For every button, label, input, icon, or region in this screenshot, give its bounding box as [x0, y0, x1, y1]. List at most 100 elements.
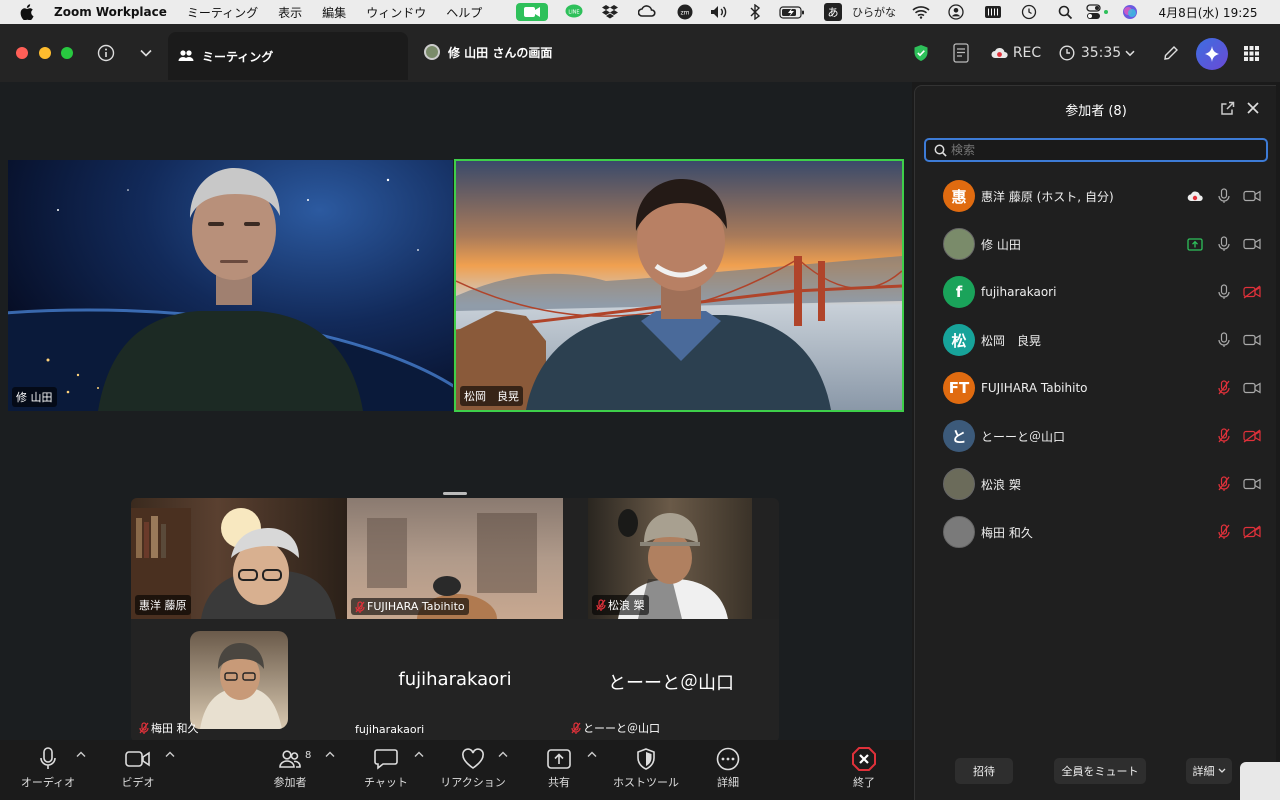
tab-meeting[interactable]: ミーティング — [168, 32, 408, 80]
chevron-down-icon[interactable] — [138, 45, 154, 61]
muted-microphone-icon[interactable] — [1216, 379, 1232, 397]
meeting-timer[interactable]: 35:35 — [1080, 44, 1122, 62]
video-camera-icon[interactable] — [1242, 476, 1262, 492]
time-machine-icon[interactable] — [1020, 3, 1038, 21]
wifi-icon[interactable] — [911, 3, 931, 21]
muted-microphone-icon[interactable] — [1216, 475, 1232, 493]
gallery-tile-matsunami[interactable]: 松浪 槊 — [588, 498, 752, 619]
more-button[interactable]: 詳細 — [710, 744, 746, 796]
participant-search-box[interactable] — [924, 138, 1268, 162]
gallery-tile-fujiharakaori[interactable]: fujiharakaori fujiharakaori — [347, 619, 563, 742]
menu-help[interactable]: ヘルプ — [446, 4, 482, 21]
volume-icon[interactable] — [709, 3, 731, 21]
participant-row[interactable]: f fujiharakaori — [915, 268, 1277, 316]
close-panel-icon[interactable] — [1244, 99, 1262, 117]
audio-button[interactable]: オーディオ — [16, 744, 80, 796]
video-camera-icon[interactable] — [1242, 236, 1262, 252]
participant-avatar: 松 — [943, 324, 975, 356]
apple-icon[interactable] — [20, 4, 34, 21]
video-camera-icon[interactable] — [1242, 380, 1262, 396]
video-camera-icon[interactable] — [1242, 188, 1262, 204]
participant-row[interactable]: 松松岡 良晃 — [915, 316, 1277, 364]
bluetooth-icon[interactable] — [748, 3, 762, 21]
video-off-icon[interactable] — [1242, 284, 1262, 300]
rec-label[interactable]: REC — [1012, 44, 1042, 62]
more-label: 詳細 — [717, 776, 739, 789]
video-tile-yamada[interactable]: 修 山田 — [8, 160, 453, 411]
video-button[interactable]: ビデオ — [110, 744, 166, 796]
gallery-tile-fujihara-tabihito[interactable]: FUJIHARA Tabihito — [347, 498, 563, 619]
control-center-icon[interactable] — [1085, 3, 1111, 21]
user-account-icon[interactable] — [947, 3, 965, 21]
share-options-chevron-up-icon[interactable] — [587, 750, 597, 761]
ai-companion-sparkle-icon[interactable] — [1196, 38, 1228, 70]
view-grid-icon[interactable] — [1243, 45, 1259, 61]
security-shield-icon[interactable] — [912, 44, 930, 62]
invite-button[interactable]: 招待 — [955, 758, 1013, 784]
app-name-menu[interactable]: Zoom Workplace — [54, 5, 167, 19]
ime-indicator[interactable]: あ — [824, 3, 842, 21]
memory-icon[interactable] — [983, 3, 1003, 21]
panel-more-button[interactable]: 詳細 — [1186, 758, 1232, 784]
zoom-window-button[interactable] — [61, 47, 73, 59]
menubar-clock[interactable]: 4月8日(水) 19:25 — [1152, 3, 1264, 21]
participant-row[interactable]: 修 山田 — [915, 220, 1277, 268]
creative-cloud-icon[interactable] — [637, 3, 657, 21]
muted-microphone-icon[interactable] — [1216, 427, 1232, 445]
participant-row[interactable]: 惠惠洋 藤原 (ホスト, 自分) — [915, 172, 1277, 220]
host-tools-button[interactable]: ホストツール — [608, 744, 684, 796]
menu-view[interactable]: 表示 — [278, 4, 302, 21]
gallery-tile-fujihara-keiyo[interactable]: 惠洋 藤原 — [131, 498, 347, 619]
gallery-tile-umeda[interactable]: 梅田 和久 — [131, 619, 347, 742]
microphone-icon[interactable] — [1216, 283, 1232, 301]
pop-out-icon[interactable] — [1218, 99, 1236, 117]
participant-row[interactable]: 松浪 槊 — [915, 460, 1277, 508]
gallery-tile-toto-yamaguchi[interactable]: とーーと＠山口 とーーと＠山口 — [563, 619, 779, 742]
participant-row[interactable]: 梅田 和久 — [915, 508, 1277, 556]
gallery-drag-handle[interactable] — [443, 492, 467, 495]
participant-avatar — [943, 468, 975, 500]
spotlight-search-icon[interactable] — [1056, 3, 1074, 21]
video-off-icon[interactable] — [1242, 524, 1262, 540]
menu-meeting[interactable]: ミーティング — [187, 4, 258, 21]
zoom-tray-icon[interactable]: zm — [676, 3, 694, 21]
participant-row[interactable]: FT FUJIHARA Tabihito — [915, 364, 1277, 412]
menu-window[interactable]: ウィンドウ — [366, 4, 426, 21]
participant-row[interactable]: ととーーと＠山口 — [915, 412, 1277, 460]
audio-options-chevron-up-icon[interactable] — [76, 750, 86, 761]
timer-chevron-down-icon[interactable] — [1124, 47, 1136, 59]
microphone-icon[interactable] — [1216, 235, 1232, 253]
battery-icon[interactable] — [779, 3, 805, 21]
dropbox-icon[interactable] — [600, 3, 620, 21]
line-app-icon[interactable]: LINE — [564, 3, 584, 21]
tab-shared-screen[interactable]: 修 山田 さんの画面 — [418, 32, 658, 72]
participants-options-chevron-up-icon[interactable] — [325, 750, 335, 761]
video-off-icon[interactable] — [1242, 428, 1262, 444]
chat-button[interactable]: チャット — [358, 744, 414, 796]
participant-search-input[interactable] — [951, 143, 1251, 157]
cloud-record-icon[interactable] — [990, 46, 1008, 60]
menu-edit[interactable]: 編集 — [322, 4, 346, 21]
profile-photo-image — [200, 643, 282, 729]
meeting-info-icon[interactable] — [96, 44, 116, 62]
zoom-video-status-icon[interactable] — [516, 3, 548, 21]
siri-icon[interactable] — [1121, 3, 1139, 21]
share-screen-button[interactable]: 共有 — [538, 744, 580, 796]
video-camera-icon[interactable] — [1242, 332, 1262, 348]
video-options-chevron-up-icon[interactable] — [165, 750, 175, 761]
transcript-icon[interactable] — [952, 43, 970, 63]
microphone-icon[interactable] — [1216, 331, 1232, 349]
reactions-options-chevron-up-icon[interactable] — [498, 750, 508, 761]
whiteboard-pen-icon[interactable] — [1162, 44, 1180, 62]
muted-microphone-icon[interactable] — [1216, 523, 1232, 541]
minimize-window-button[interactable] — [39, 47, 51, 59]
close-window-button[interactable] — [16, 47, 28, 59]
microphone-icon[interactable] — [1216, 187, 1232, 205]
notification-corner-thumbnail[interactable] — [1240, 762, 1280, 800]
mute-all-button[interactable]: 全員をミュート — [1054, 758, 1146, 784]
end-meeting-button[interactable]: 終了 — [846, 744, 882, 796]
search-icon — [934, 144, 947, 157]
ime-mode-label[interactable]: ひらがな — [848, 3, 900, 21]
video-tile-matsuoka-active-speaker[interactable]: 松岡 良晃 — [454, 159, 904, 412]
chat-options-chevron-up-icon[interactable] — [414, 750, 424, 761]
